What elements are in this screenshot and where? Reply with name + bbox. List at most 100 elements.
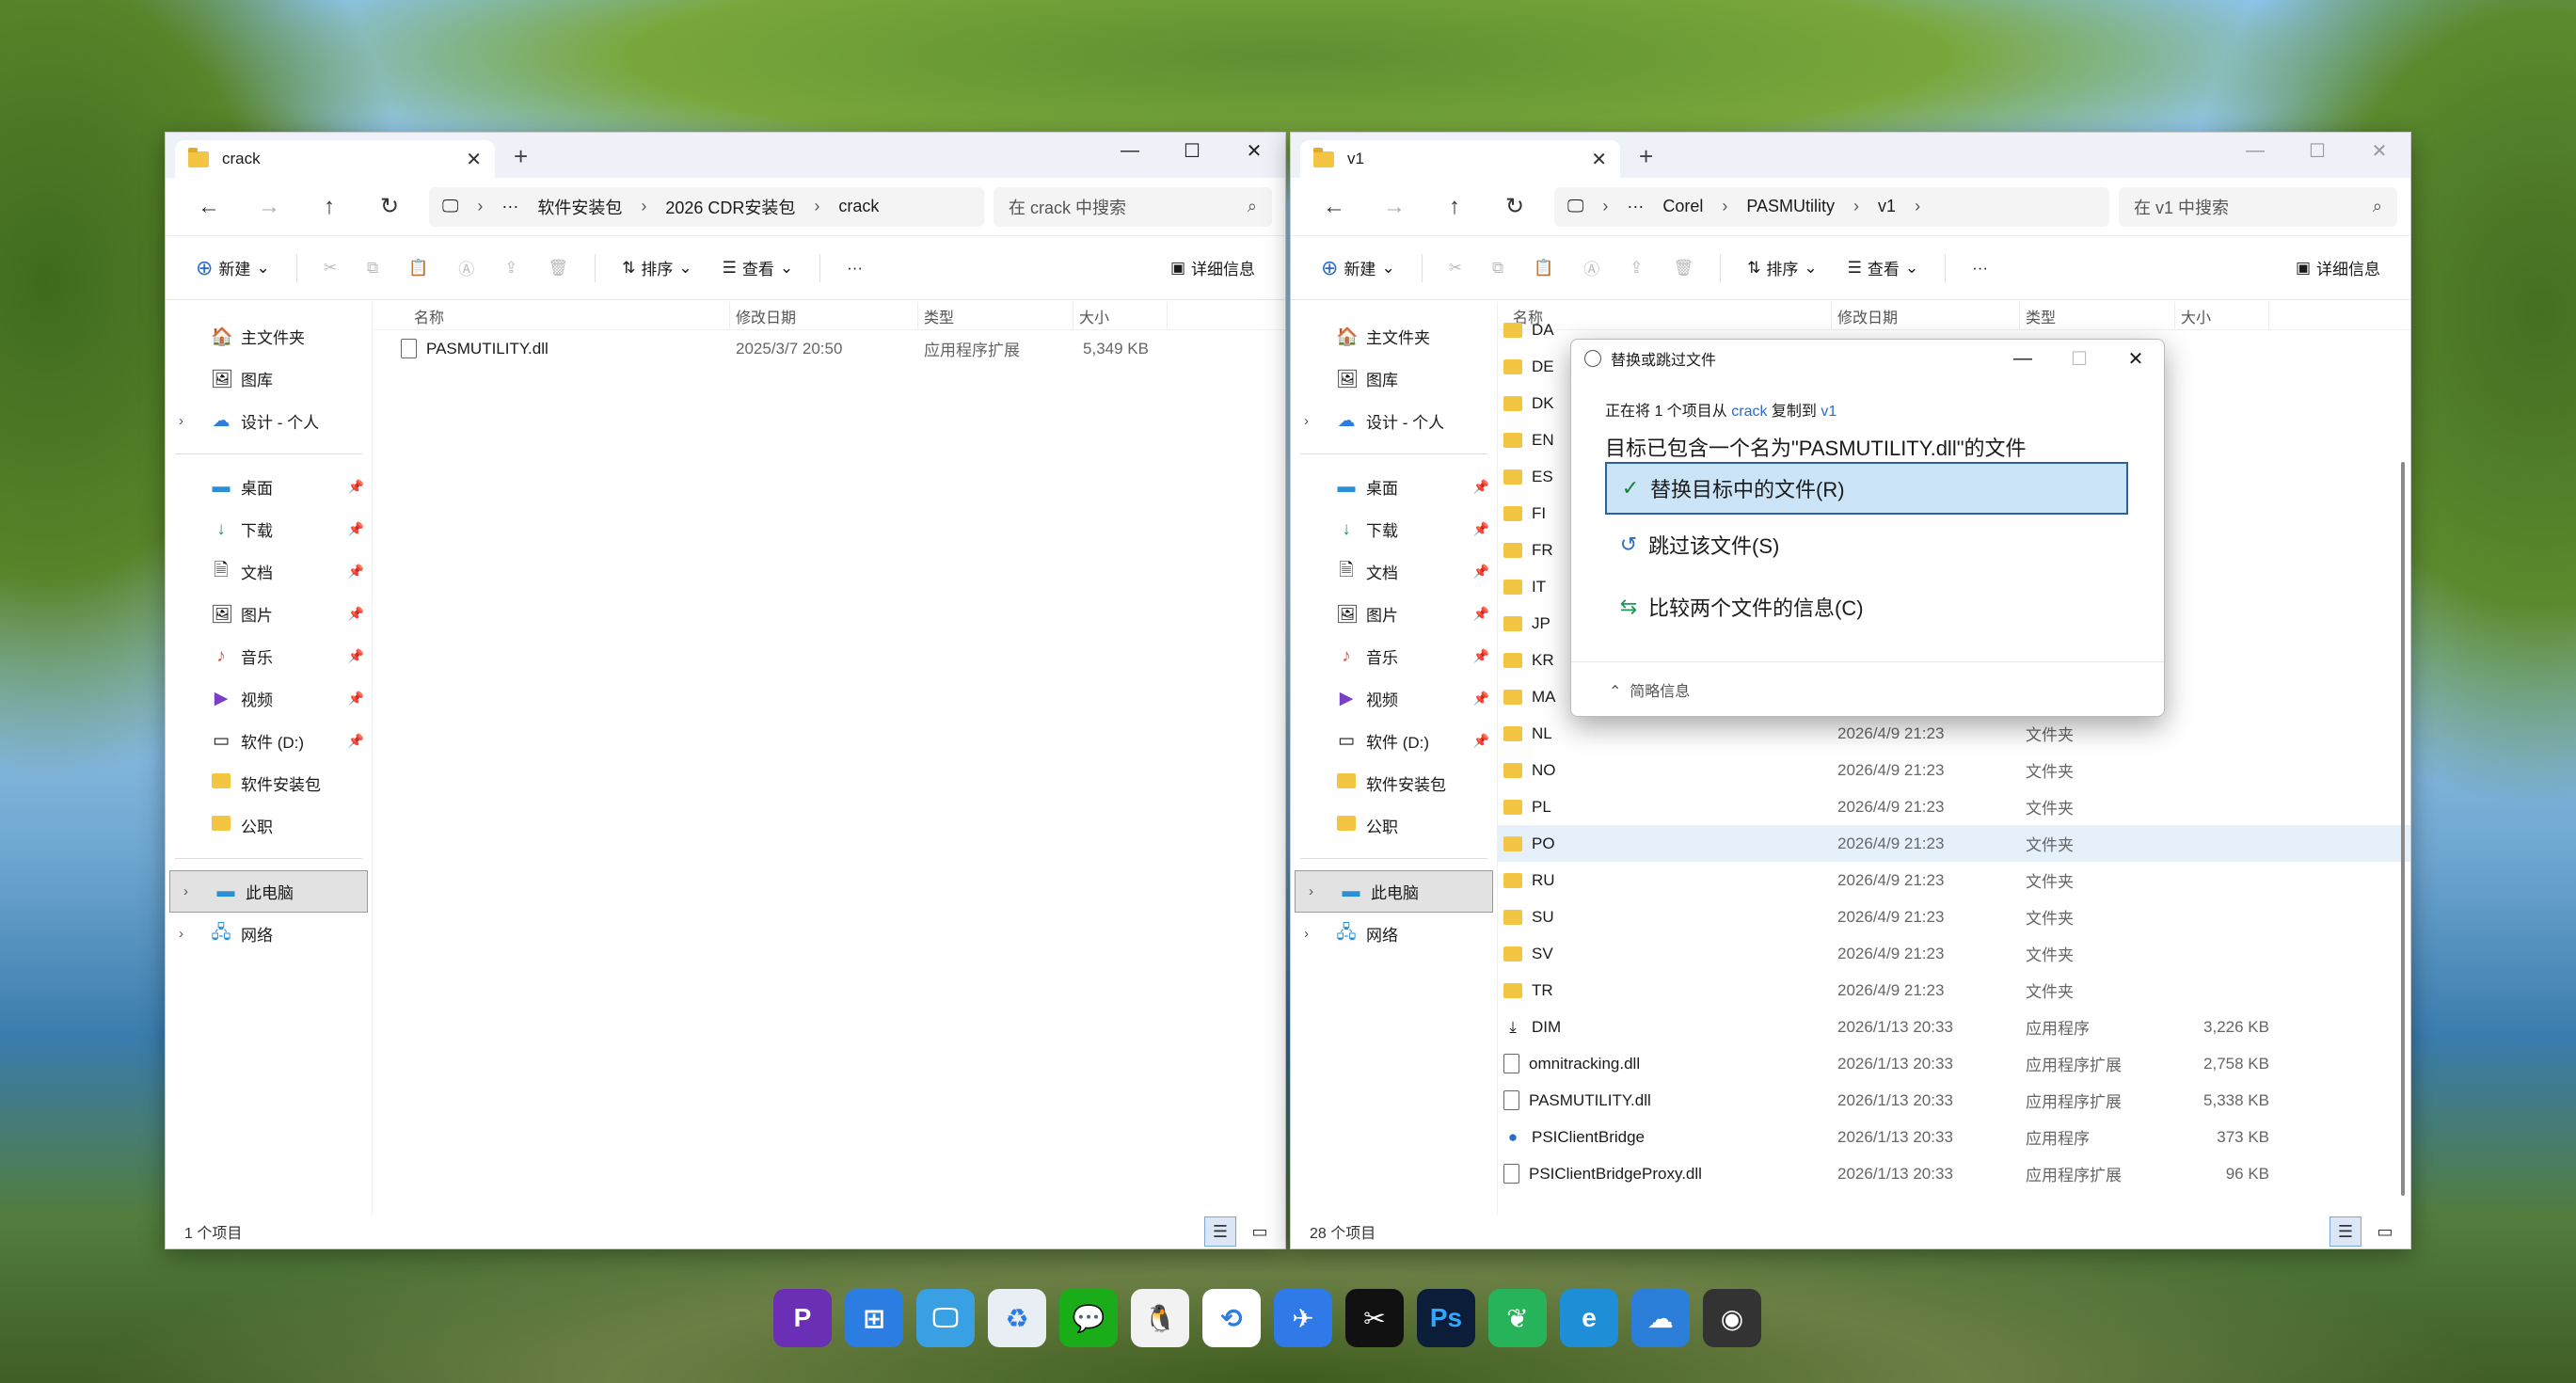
file-row[interactable]: NO 2026/4/9 21:23 文件夹 [1498, 752, 2410, 788]
sidebar-item-desktop[interactable]: ▬ 桌面 📌 [166, 466, 372, 508]
skip-option-button[interactable]: ↺ 跳过该文件(S) [1605, 518, 2128, 571]
less-info-button[interactable]: ⌃ 简略信息 [1609, 678, 1690, 701]
leaf-app-icon[interactable]: ❦ [1488, 1289, 1547, 1347]
breadcrumb-item[interactable]: 2026 CDR安装包 [665, 195, 795, 219]
view-button[interactable]: ☰ 查看 ⌄ [1837, 249, 1931, 287]
sidebar-item-package[interactable]: 软件安装包 [166, 762, 372, 804]
sidebar-item-drive[interactable]: ▭ 软件 (D:) 📌 [166, 720, 372, 762]
back-button[interactable]: ← [1304, 194, 1364, 220]
more-button[interactable]: ··· [835, 249, 874, 287]
column-type[interactable]: 类型 [2020, 302, 2175, 329]
breadcrumb-item[interactable]: Corel [1662, 197, 1703, 216]
column-name[interactable]: 名称 [373, 302, 730, 329]
column-date[interactable]: 修改日期 [1832, 302, 2020, 329]
rename-button[interactable]: Ⓐ [1572, 249, 1611, 287]
sidebar-item-videos[interactable]: ▶ 视频 📌 [1291, 677, 1497, 720]
maximize-button[interactable]: ☐ [1161, 133, 1223, 168]
file-row[interactable]: SV 2026/4/9 21:23 文件夹 [1498, 935, 2410, 972]
sidebar-item-this-pc[interactable]: › ▬ 此电脑 [1295, 870, 1493, 913]
sidebar-item-cloud[interactable]: › ☁ 设计 - 个人 [1291, 400, 1497, 442]
address-bar[interactable]: 🖵 › ··· 软件安装包 › 2026 CDR安装包 › crack [429, 186, 984, 227]
cut-button[interactable]: ✂ [1438, 249, 1473, 287]
maximize-button[interactable]: ☐ [2286, 133, 2348, 168]
sidebar-item-drive[interactable]: ▭ 软件 (D:) 📌 [1291, 720, 1497, 762]
tiles-view-icon[interactable]: ▭ [1244, 1216, 1276, 1247]
file-row[interactable]: NL 2026/4/9 21:23 文件夹 [1498, 715, 2410, 752]
up-button[interactable]: ↑ [1424, 194, 1485, 220]
windows-icon[interactable]: ⊞ [845, 1289, 903, 1347]
copy-button[interactable]: ⧉ [356, 249, 390, 287]
rename-button[interactable]: Ⓐ [447, 249, 485, 287]
sidebar-item-cloud[interactable]: › ☁ 设计 - 个人 [166, 400, 372, 442]
column-size[interactable]: 大小 [1073, 302, 1168, 329]
file-row[interactable]: PASMUTILITY.dll 2025/3/7 20:50 应用程序扩展 5,… [373, 330, 1285, 367]
sidebar-item-job[interactable]: 公职 [1291, 804, 1497, 847]
more-button[interactable]: ··· [1961, 249, 1999, 287]
search-input[interactable]: 在 crack 中搜索 ⌕ [994, 186, 1272, 227]
sidebar-item-job[interactable]: 公职 [166, 804, 372, 847]
column-type[interactable]: 类型 [918, 302, 1073, 329]
file-row[interactable]: SU 2026/4/9 21:23 文件夹 [1498, 898, 2410, 935]
paste-button[interactable]: 📋 [397, 249, 439, 287]
file-row[interactable]: PL 2026/4/9 21:23 文件夹 [1498, 788, 2410, 825]
expand-icon[interactable]: › [1309, 883, 1313, 899]
file-row[interactable]: omnitracking.dll 2026/1/13 20:33 应用程序扩展 2,7… [1498, 1045, 2410, 1082]
details-button[interactable]: ▣ 详细信息 [2284, 249, 2392, 287]
paste-button[interactable]: 📋 [1522, 249, 1565, 287]
file-row[interactable]: PSIClientBridgeProxy.dll 2026/1/13 20:33 应… [1498, 1155, 2410, 1192]
scrollbar[interactable] [2401, 462, 2405, 1196]
view-button[interactable]: ☰ 查看 ⌄ [711, 249, 805, 287]
expand-icon[interactable]: › [1304, 413, 1309, 429]
new-tab-button[interactable]: + [514, 142, 528, 171]
new-button[interactable]: ⊕ 新建 ⌄ [184, 249, 281, 287]
sidebar-item-downloads[interactable]: ↓ 下载 📌 [1291, 508, 1497, 550]
file-row[interactable]: RU 2026/4/9 21:23 文件夹 [1498, 862, 2410, 898]
share-button[interactable]: ⇪ [1618, 249, 1654, 287]
file-row[interactable]: PASMUTILITY.dll 2026/1/13 20:33 应用程序扩展 5,33… [1498, 1082, 2410, 1119]
sidebar-item-this-pc[interactable]: › ▬ 此电脑 [169, 870, 368, 913]
forward-button[interactable]: → [1364, 194, 1424, 220]
details-view-icon[interactable]: ☰ [2330, 1216, 2361, 1247]
details-view-icon[interactable]: ☰ [1204, 1216, 1236, 1247]
sidebar-item-home[interactable]: 🏠 主文件夹 [166, 315, 372, 358]
app-icon-purple[interactable]: P [773, 1289, 832, 1347]
tab-crack[interactable]: crack ✕ [175, 140, 495, 178]
sort-button[interactable]: ⇅ 排序 ⌄ [611, 249, 704, 287]
close-button[interactable]: ✕ [2348, 133, 2410, 168]
close-tab-icon[interactable]: ✕ [466, 148, 482, 171]
address-bar[interactable]: 🖵 › ··· Corel › PASMUtility › v1 › [1554, 186, 2109, 227]
sidebar-item-gallery[interactable]: 🖼 图库 [166, 358, 372, 400]
delete-button[interactable]: 🗑 [537, 249, 580, 287]
back-button[interactable]: ← [179, 194, 239, 220]
search-input[interactable]: 在 v1 中搜索 ⌕ [2119, 186, 2397, 227]
delete-button[interactable]: 🗑 [1662, 249, 1706, 287]
sidebar-item-music[interactable]: ♪ 音乐 📌 [1291, 635, 1497, 677]
breadcrumb-item[interactable]: crack [838, 197, 879, 216]
wechat-icon[interactable]: 💬 [1059, 1289, 1118, 1347]
refresh-button[interactable]: ↻ [359, 193, 420, 220]
close-button[interactable]: ✕ [1223, 133, 1285, 168]
breadcrumb-item[interactable]: 软件安装包 [537, 195, 622, 219]
cut-button[interactable]: ✂ [312, 249, 348, 287]
destination-link[interactable]: v1 [1821, 404, 1837, 420]
source-link[interactable]: crack [1731, 404, 1767, 420]
sidebar-item-home[interactable]: 🏠 主文件夹 [1291, 315, 1497, 358]
dialog-close-button[interactable]: ✕ [2107, 340, 2164, 377]
sidebar-item-documents[interactable]: 🗎 文档 📌 [1291, 550, 1497, 593]
expand-icon[interactable]: › [179, 413, 183, 429]
sidebar-item-downloads[interactable]: ↓ 下载 📌 [166, 508, 372, 550]
sidebar-item-network[interactable]: › 🖧 网络 [1291, 913, 1497, 955]
up-button[interactable]: ↑ [299, 194, 359, 220]
details-button[interactable]: ▣ 详细信息 [1159, 249, 1266, 287]
sidebar-item-music[interactable]: ♪ 音乐 📌 [166, 635, 372, 677]
capcut-icon[interactable]: ✂ [1345, 1289, 1404, 1347]
tiles-view-icon[interactable]: ▭ [2369, 1216, 2401, 1247]
more-path-icon[interactable]: ··· [501, 197, 518, 216]
expand-icon[interactable]: › [183, 883, 188, 899]
sidebar-item-package[interactable]: 软件安装包 [1291, 762, 1497, 804]
file-row[interactable]: ● PSIClientBridge 2026/1/13 20:33 应用程序 373 K… [1498, 1119, 2410, 1155]
sidebar-item-gallery[interactable]: 🖼 图库 [1291, 358, 1497, 400]
new-button[interactable]: ⊕ 新建 ⌄ [1310, 249, 1407, 287]
copy-button[interactable]: ⧉ [1481, 249, 1515, 287]
qq-icon[interactable]: 🐧 [1131, 1289, 1189, 1347]
